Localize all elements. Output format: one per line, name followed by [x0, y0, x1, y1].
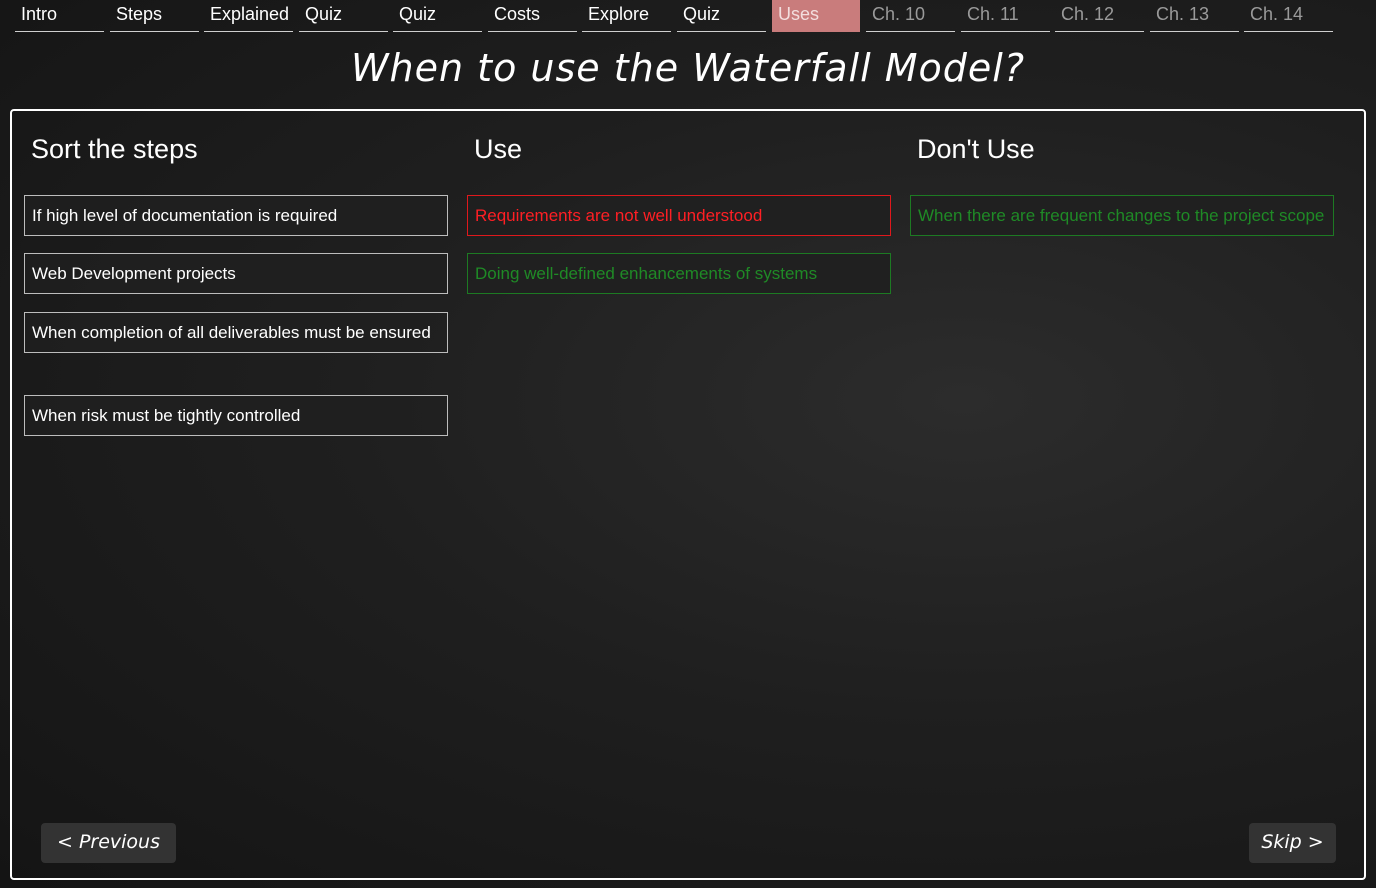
skip-button[interactable]: Skip > — [1249, 823, 1336, 863]
dont-use-column-heading: Don't Use — [917, 134, 1035, 164]
previous-button[interactable]: < Previous — [41, 823, 176, 863]
tab-steps[interactable]: Steps — [110, 0, 199, 32]
use-column-heading: Use — [474, 134, 523, 164]
use-card-incorrect[interactable]: Requirements are not well understood — [467, 195, 891, 236]
sort-card[interactable]: When risk must be tightly controlled — [24, 395, 448, 436]
chapter-nav: Intro Steps Explained Quiz Quiz Costs Ex… — [0, 0, 1376, 34]
tab-explained[interactable]: Explained — [204, 0, 293, 32]
sort-column-heading: Sort the steps — [31, 134, 198, 164]
tab-ch-13[interactable]: Ch. 13 — [1150, 0, 1239, 32]
tab-quiz-2[interactable]: Quiz — [393, 0, 482, 32]
page-title: When to use the Waterfall Model? — [350, 46, 1025, 90]
tab-ch-12[interactable]: Ch. 12 — [1055, 0, 1144, 32]
sort-card[interactable]: If high level of documentation is requir… — [24, 195, 448, 236]
tab-uses[interactable]: Uses — [772, 0, 860, 32]
sort-card[interactable]: When completion of all deliverables must… — [24, 312, 448, 353]
tab-intro[interactable]: Intro — [15, 0, 104, 32]
tab-ch-11[interactable]: Ch. 11 — [961, 0, 1050, 32]
tab-quiz-1[interactable]: Quiz — [299, 0, 388, 32]
tab-explore[interactable]: Explore — [582, 0, 671, 32]
tab-quiz-3[interactable]: Quiz — [677, 0, 766, 32]
tab-costs[interactable]: Costs — [488, 0, 577, 32]
tab-ch-14[interactable]: Ch. 14 — [1244, 0, 1333, 32]
tab-ch-10[interactable]: Ch. 10 — [866, 0, 955, 32]
sort-card[interactable]: Web Development projects — [24, 253, 448, 294]
dont-use-card-correct[interactable]: When there are frequent changes to the p… — [910, 195, 1334, 236]
use-card-correct[interactable]: Doing well-defined enhancements of syste… — [467, 253, 891, 294]
